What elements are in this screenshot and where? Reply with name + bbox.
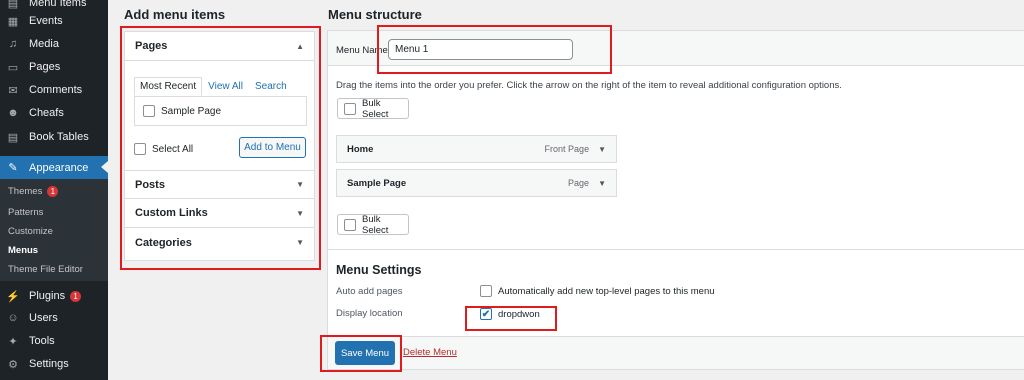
appearance-icon: ✎ xyxy=(8,162,18,174)
menu-item-type: Front Page xyxy=(544,144,590,154)
sidebar-item-label: Settings xyxy=(29,358,69,370)
menu-item-row[interactable]: Home Front Page ▼ xyxy=(336,135,617,163)
submenu-item-label: Customize xyxy=(8,226,53,237)
sidebar-item-appearance[interactable]: ✎ Appearance xyxy=(0,156,108,179)
annotation-box-save-menu xyxy=(320,335,402,372)
drag-instructions: Drag the items into the order you prefer… xyxy=(336,80,842,91)
submenu-item-label: Patterns xyxy=(8,207,44,218)
sidebar-item-events[interactable]: ▦ Events xyxy=(0,10,108,32)
sidebar-item-label: Tools xyxy=(29,335,55,347)
submenu-item-customize[interactable]: Customize xyxy=(8,226,53,237)
menu-item-row[interactable]: Sample Page Page ▼ xyxy=(336,169,617,197)
annotation-box-add-items xyxy=(120,26,321,270)
submenu-item-label: Menus xyxy=(8,245,39,256)
sidebar-item-book-tables[interactable]: ▤ Book Tables xyxy=(0,126,108,148)
submenu-item-themes[interactable]: Themes 1 xyxy=(8,186,59,197)
auto-add-pages-option[interactable]: Automatically add new top-level pages to… xyxy=(480,285,715,297)
bulk-select-checkbox[interactable] xyxy=(344,218,356,231)
menu-item-type: Page xyxy=(568,178,590,188)
bulk-select-label: Bulk Select xyxy=(362,97,389,120)
add-menu-items-heading: Add menu items xyxy=(124,7,226,22)
menu-item-title: Home xyxy=(347,143,374,155)
menu-structure-heading: Menu structure xyxy=(328,7,422,22)
bulk-select-button-bottom[interactable]: Bulk Select xyxy=(337,213,409,236)
menu-settings-title: Menu Settings xyxy=(336,263,422,277)
plugins-icon: ⚡ xyxy=(6,290,20,303)
sidebar-item-label: Pages xyxy=(29,61,61,73)
caret-down-icon[interactable]: ▼ xyxy=(598,145,606,154)
submenu-item-menus[interactable]: Menus xyxy=(8,245,38,256)
bulk-select-button[interactable]: Bulk Select xyxy=(337,97,409,120)
comments-icon: ✉ xyxy=(8,84,18,97)
sidebar-item-label: Menu Items xyxy=(29,0,87,9)
users-icon: ☺ xyxy=(7,312,19,324)
update-count-badge: 1 xyxy=(47,186,59,197)
tools-icon: ✦ xyxy=(8,335,18,348)
sidebar-item-label: Book Tables xyxy=(29,131,89,143)
menu-settings-panel: Menu Settings Auto add pages Automatical… xyxy=(327,250,1024,345)
delete-menu-link[interactable]: Delete Menu xyxy=(403,347,457,358)
submenu-item-label: Themes xyxy=(8,186,43,197)
appearance-submenu: Themes 1 Patterns Customize Menus Theme … xyxy=(0,179,108,281)
annotation-box-display-location xyxy=(465,306,557,331)
update-count-badge: 1 xyxy=(70,290,82,302)
submenu-item-label: Theme File Editor xyxy=(8,264,83,275)
display-location-label: Display location xyxy=(336,308,403,319)
sidebar-item-label: Events xyxy=(29,15,63,27)
media-icon: ♫ xyxy=(8,38,18,50)
annotation-box-menu-name xyxy=(377,25,612,74)
sidebar-item-label: Users xyxy=(29,312,58,324)
sidebar-item-settings[interactable]: ⚙ Settings xyxy=(0,353,108,375)
bulk-select-label: Bulk Select xyxy=(362,213,389,236)
sidebar-item-cheafs[interactable]: ☻ Cheafs xyxy=(0,102,108,124)
book-tables-icon: ▤ xyxy=(7,131,19,144)
settings-icon: ⚙ xyxy=(8,358,18,371)
sidebar-item-pages[interactable]: ▭ Pages xyxy=(0,56,108,78)
current-menu-arrow xyxy=(101,161,108,173)
admin-sidebar: ▤ Menu Items ▦ Events ♫ Media ▭ Pages ✉ … xyxy=(0,0,108,380)
sidebar-item-label: Cheafs xyxy=(29,107,64,119)
menu-items-icon: ▤ xyxy=(7,0,19,10)
sidebar-item-tools[interactable]: ✦ Tools xyxy=(0,330,108,352)
submenu-item-patterns[interactable]: Patterns xyxy=(8,207,43,218)
auto-add-pages-label: Auto add pages xyxy=(336,286,403,297)
pages-icon: ▭ xyxy=(7,61,19,74)
auto-add-option-label: Automatically add new top-level pages to… xyxy=(498,285,715,297)
caret-down-icon[interactable]: ▼ xyxy=(598,179,606,188)
sidebar-item-media[interactable]: ♫ Media xyxy=(0,33,108,55)
sidebar-item-users[interactable]: ☺ Users xyxy=(0,307,108,329)
sidebar-item-label: Plugins xyxy=(29,290,66,302)
sidebar-item-label: Media xyxy=(29,38,59,50)
auto-add-checkbox[interactable] xyxy=(480,285,492,297)
sidebar-item-label: Comments xyxy=(29,84,83,96)
wp-admin-menus-screen: ▤ Menu Items ▦ Events ♫ Media ▭ Pages ✉ … xyxy=(0,0,1024,380)
cheafs-icon: ☻ xyxy=(7,107,19,119)
events-icon: ▦ xyxy=(7,15,19,28)
menu-item-title: Sample Page xyxy=(347,177,407,189)
sidebar-item-plugins[interactable]: ⚡ Plugins 1 xyxy=(0,285,108,307)
bulk-select-checkbox[interactable] xyxy=(344,102,356,115)
sidebar-item-comments[interactable]: ✉ Comments xyxy=(0,79,108,101)
sidebar-item-label: Appearance xyxy=(29,161,89,174)
submenu-item-theme-file-editor[interactable]: Theme File Editor xyxy=(8,264,83,275)
